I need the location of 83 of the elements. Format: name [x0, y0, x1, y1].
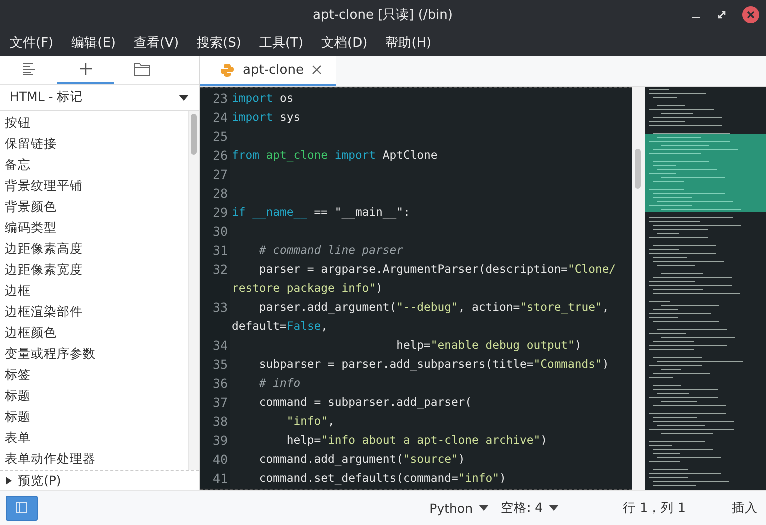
code-line: if __name__ == "__main__": [231, 204, 412, 221]
tag-list-item[interactable]: 标签 [0, 364, 188, 385]
line-number: 29 [212, 204, 229, 222]
tag-list-item[interactable]: 边距像素宽度 [0, 259, 188, 280]
tag-list-item[interactable]: 标题 [0, 406, 188, 427]
code-line: "info", [286, 413, 336, 430]
code-line: command = subparser.add_parser( [258, 394, 474, 411]
tag-list-item[interactable]: 背景纹理平铺 [0, 175, 188, 196]
insert-mode: 插入 [732, 500, 758, 516]
cursor-position: 行 1，列 1 [623, 500, 686, 516]
line-number: 35 [212, 356, 229, 374]
menu-item[interactable]: 文件(F) [10, 32, 54, 54]
tag-list-item[interactable]: 边框渲染部件 [0, 301, 188, 322]
menu-item[interactable]: 查看(V) [134, 32, 180, 54]
line-number: 37 [212, 394, 229, 412]
tag-list-item[interactable]: 边距像素高度 [0, 238, 188, 259]
dropdown-caret-icon [179, 94, 189, 100]
line-number: 40 [212, 451, 229, 469]
expander-arrow-icon [5, 477, 13, 485]
code-line: subparser = parser.add_subparsers(title="Commands") [258, 356, 610, 373]
scrollbar-thumb[interactable] [191, 114, 197, 155]
tag-list-item[interactable]: 编码类型 [0, 217, 188, 238]
line-number: 26 [212, 147, 229, 165]
tag-list-item[interactable]: 备忘 [0, 154, 188, 175]
tag-list-item[interactable]: 表单 [0, 427, 188, 448]
code-line: help="info about a apt-clone archive") [286, 432, 548, 449]
line-number: 38 [212, 413, 229, 431]
menu-item[interactable]: 工具(T) [259, 32, 304, 54]
line-number: 27 [212, 166, 229, 184]
tag-list-item[interactable]: 边框 [0, 280, 188, 301]
line-number: 31 [212, 242, 229, 260]
menu-item[interactable]: 文档(D) [322, 32, 368, 54]
line-number: 32 [212, 261, 229, 279]
code-line: help="enable debug output") [396, 337, 583, 354]
line-number: 34 [212, 337, 229, 355]
preview-expander[interactable]: 预览(P) [5, 472, 62, 490]
window-title: apt-clone [只读] (/bin) [313, 8, 453, 23]
tag-list-item[interactable]: 背景颜色 [0, 196, 188, 217]
line-number: 41 [212, 470, 229, 488]
menu-item[interactable]: 编辑(E) [72, 32, 116, 54]
code-line: parser = argparse.ArgumentParser(description="Clone/ [258, 261, 618, 278]
tag-list-item[interactable]: 按钮 [0, 112, 188, 133]
code-line: parser.add_argument("--debug", action="store_true", [258, 299, 610, 316]
caret-icon [549, 505, 560, 511]
outline-icon [20, 62, 36, 76]
line-number: 30 [212, 223, 229, 241]
code-line: # info [258, 375, 302, 392]
code-line: import os [231, 90, 295, 107]
code-line: # command line parser [258, 242, 404, 259]
tag-list-item[interactable]: 标题 [0, 385, 188, 406]
code-line: restore package info") [231, 280, 384, 297]
menu-item[interactable]: 搜索(S) [197, 32, 242, 54]
tag-list-item[interactable]: 保留链接 [0, 133, 188, 154]
line-number: 23 [212, 90, 229, 108]
code-line: command.add_argument("source") [258, 451, 466, 468]
menu-item[interactable]: 帮助(H) [386, 32, 432, 54]
python-icon [220, 62, 235, 78]
tag-list-item[interactable]: 边框颜色 [0, 322, 188, 343]
line-number: 28 [212, 185, 229, 203]
indent-selector[interactable]: 空格: 4 [501, 500, 560, 516]
plus-icon [78, 62, 92, 76]
line-number: 36 [212, 375, 229, 393]
maximize-icon[interactable] [716, 9, 728, 21]
tag-list-item[interactable]: 表单动作处理器 [0, 448, 188, 469]
symbol-dropdown[interactable]: HTML - 标记 [0, 85, 199, 111]
folder-icon [134, 62, 151, 76]
line-number: 39 [212, 432, 229, 450]
caret-icon [479, 505, 489, 511]
line-number: 24 [212, 109, 229, 127]
code-line: command.set_defaults(command="info") [258, 470, 508, 487]
close-icon[interactable] [742, 6, 760, 24]
code-line: from apt_clone import AptClone [231, 147, 439, 164]
sidebar-toggle-button[interactable] [6, 496, 38, 520]
scrollbar-thumb[interactable] [635, 149, 641, 189]
close-icon[interactable] [312, 65, 322, 75]
line-number: 25 [212, 128, 229, 146]
line-number: 33 [212, 299, 229, 317]
sidebar-icon [16, 502, 28, 514]
code-line: import sys [231, 109, 302, 126]
file-tab[interactable]: apt-clone [200, 56, 336, 86]
language-selector[interactable]: Python [430, 500, 489, 516]
code-line: default=False, [231, 318, 330, 335]
tag-list-item[interactable]: 变量或程序参数 [0, 343, 188, 364]
